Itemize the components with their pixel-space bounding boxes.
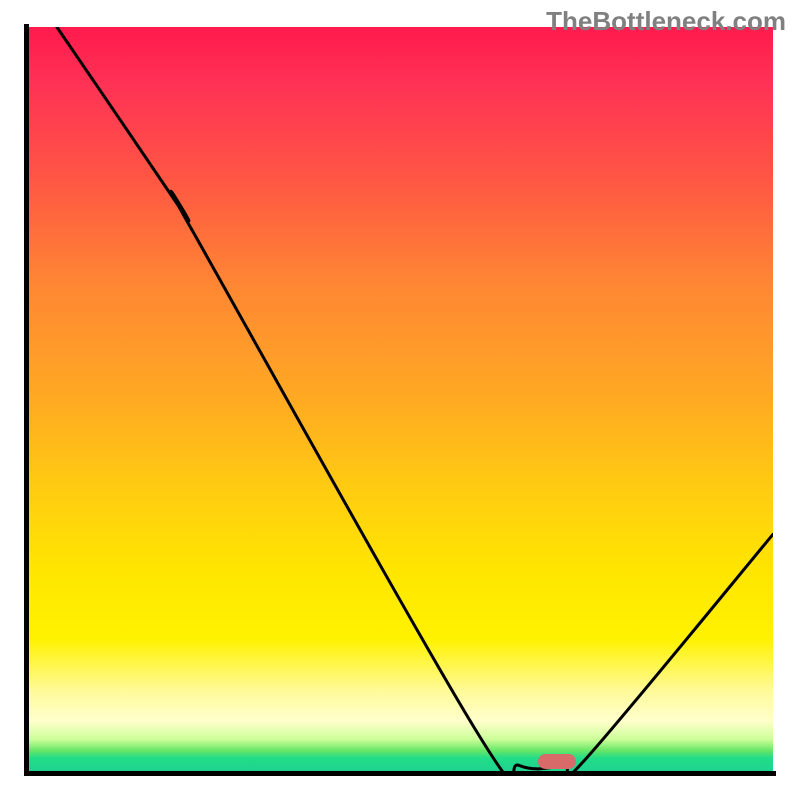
optimal-marker: [538, 754, 576, 769]
y-axis: [24, 24, 29, 774]
plot-gradient-background: [27, 27, 773, 773]
chart-container: TheBottleneck.com: [0, 0, 800, 800]
x-axis: [24, 771, 776, 776]
watermark-text: TheBottleneck.com: [546, 6, 786, 37]
